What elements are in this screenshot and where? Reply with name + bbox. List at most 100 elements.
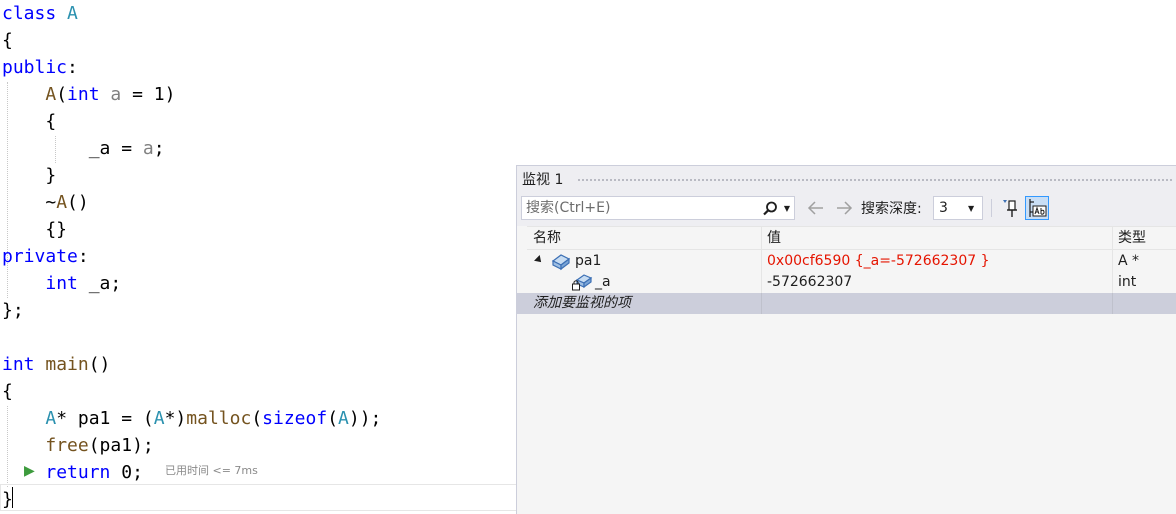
current-line-highlight (0, 484, 520, 511)
code-token: : (67, 57, 78, 78)
code-line[interactable]: free(pa1); (2, 432, 154, 459)
code-token: { (2, 30, 13, 51)
code-token: int (2, 354, 35, 375)
watch-toolbar: ▼ 搜索深度: 3 ▼ (517, 194, 1176, 226)
search-icon[interactable] (760, 199, 780, 219)
search-box[interactable]: ▼ (521, 196, 795, 220)
watch-item-type: int (1118, 274, 1137, 290)
code-token: malloc (186, 408, 252, 429)
code-line[interactable]: int main() (2, 351, 110, 378)
code-token: ( (251, 408, 263, 429)
code-token: }; (2, 300, 24, 321)
column-divider (1112, 293, 1113, 314)
add-watch-row[interactable]: 添加要监视的项 (517, 293, 1176, 314)
chevron-down-icon: ▼ (968, 204, 975, 213)
toolbar-separator (991, 199, 992, 217)
column-header-value[interactable]: 值 (767, 229, 781, 247)
code-token: A (67, 3, 78, 24)
code-token: A (338, 408, 349, 429)
column-divider[interactable] (761, 227, 762, 251)
private-field-icon (572, 274, 593, 291)
code-token: { (2, 111, 57, 132)
code-token: } (2, 165, 57, 186)
search-back-icon[interactable] (805, 198, 827, 218)
column-divider[interactable] (1112, 227, 1113, 251)
code-token: * pa1 = ( (56, 408, 154, 429)
elapsed-time-hint[interactable]: 已用时间 <= 7ms (165, 464, 258, 478)
watch-item-name[interactable]: pa1 (575, 252, 601, 271)
watch-item-value[interactable]: -572662307 (767, 273, 852, 292)
code-token: return (45, 462, 111, 483)
code-token: () (67, 192, 89, 213)
code-line[interactable]: private: (2, 243, 89, 270)
search-depth-label: 搜索深度: (861, 201, 922, 217)
code-token: (pa1); (88, 435, 154, 456)
code-token: _a = (2, 138, 143, 159)
code-line[interactable]: ~A() (2, 189, 89, 216)
code-token: _a; (77, 273, 122, 294)
watch-title-bar[interactable]: 监视 1 (517, 166, 1176, 194)
watch-column-header: 名称 值 类型 (527, 226, 1176, 251)
code-token: A (45, 408, 57, 429)
add-watch-placeholder[interactable]: 添加要监视的项 (533, 294, 631, 313)
code-line[interactable]: }; (2, 297, 24, 324)
column-divider (1112, 272, 1113, 293)
code-token: private (2, 246, 78, 267)
code-token: () (88, 354, 111, 375)
watch-title: 监视 1 (522, 172, 564, 188)
text-caret (12, 487, 13, 508)
hexadecimal-display-button[interactable] (1025, 196, 1049, 220)
watch-item-value[interactable]: 0x00cf6590 {_a=-572662307 } (767, 252, 990, 271)
watch-item-name[interactable]: _a (595, 273, 611, 292)
search-depth-value: 3 (939, 200, 948, 216)
code-line[interactable]: A* pa1 = (A*)malloc(sizeof(A)); (2, 405, 381, 432)
search-input[interactable] (522, 197, 758, 219)
code-token: int (45, 273, 78, 294)
variable-object-icon (551, 254, 571, 271)
column-divider (761, 272, 762, 293)
column-header-name[interactable]: 名称 (533, 229, 561, 247)
column-header-type[interactable]: 类型 (1118, 229, 1146, 247)
watch-row-pa1[interactable]: pa1 0x00cf6590 {_a=-572662307 } A * (517, 251, 1176, 272)
code-token: ( (327, 408, 339, 429)
code-line[interactable]: { (2, 108, 56, 135)
pin-icon[interactable] (999, 196, 1023, 220)
code-token: class (2, 3, 57, 24)
code-line[interactable]: int _a; (2, 270, 121, 297)
code-token: int (67, 84, 100, 105)
code-line[interactable]: {} (2, 216, 67, 243)
search-dropdown-icon[interactable]: ▼ (780, 200, 794, 218)
code-line[interactable]: class A (2, 0, 78, 27)
code-token: {} (2, 219, 68, 240)
code-line[interactable]: A(int a = 1) (2, 81, 175, 108)
expanded-arrow-icon[interactable] (534, 255, 544, 265)
code-line[interactable]: { (2, 27, 13, 54)
code-line[interactable]: public: (2, 54, 78, 81)
code-line[interactable]: { (2, 378, 13, 405)
code-token: sizeof (262, 408, 328, 429)
watch-item-type: A * (1118, 253, 1140, 269)
code-token: free (45, 435, 89, 456)
search-depth-select[interactable]: 3 ▼ (933, 196, 983, 220)
code-token: main (45, 354, 89, 375)
code-line[interactable]: _a = a; (2, 135, 165, 162)
search-forward-icon[interactable] (833, 198, 855, 218)
code-token: a (110, 84, 122, 105)
column-divider (761, 293, 762, 314)
code-token: *) (164, 408, 187, 429)
code-token: ~ (2, 192, 57, 213)
watch-row-_a[interactable]: _a -572662307 int (517, 272, 1176, 293)
code-line[interactable]: } (2, 162, 56, 189)
code-token: )); (348, 408, 382, 429)
code-token: A (153, 408, 165, 429)
code-token: ( (56, 84, 68, 105)
column-divider (761, 251, 762, 272)
next-statement-icon[interactable]: ▶ (24, 463, 35, 479)
hexadecimal-icon (1029, 199, 1047, 217)
title-grip[interactable] (577, 178, 1173, 183)
